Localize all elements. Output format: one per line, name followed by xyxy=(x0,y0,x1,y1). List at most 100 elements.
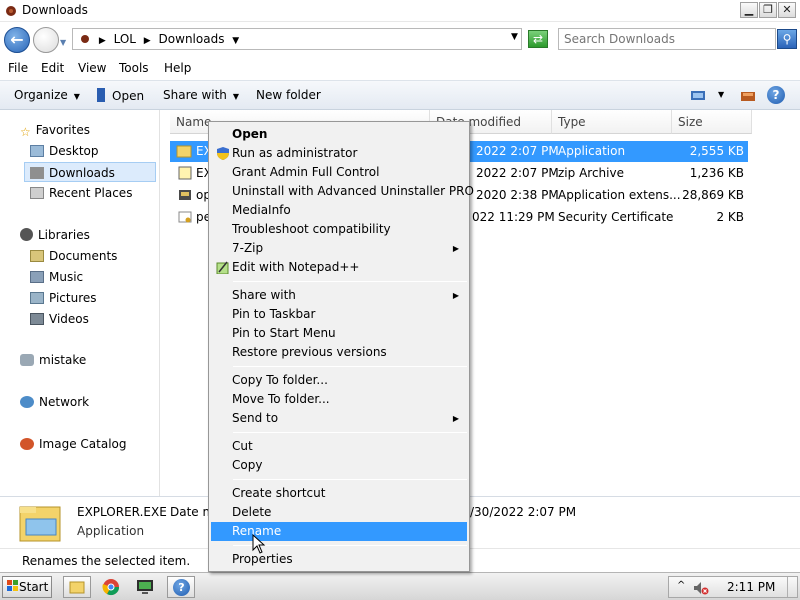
menu-item-move-to-folder[interactable]: Move To folder... xyxy=(211,390,467,409)
nav-documents[interactable]: Documents xyxy=(30,246,117,266)
menu-file[interactable]: File xyxy=(8,61,28,75)
nav-music[interactable]: Music xyxy=(30,267,83,287)
status-text: Renames the selected item. xyxy=(22,554,191,568)
chevron-up-icon[interactable]: ^ xyxy=(677,580,685,591)
menu-help[interactable]: Help xyxy=(164,61,191,75)
start-button[interactable]: Start xyxy=(2,576,52,598)
nav-libraries[interactable]: Libraries xyxy=(20,225,90,245)
start-label: Start xyxy=(19,580,49,594)
taskbar-chrome[interactable] xyxy=(97,576,125,598)
nav-music-label: Music xyxy=(49,270,84,284)
menu-item-copy-to-folder[interactable]: Copy To folder... xyxy=(211,371,467,390)
organize-button[interactable]: Organize ▼ xyxy=(14,88,80,102)
menu-item-properties[interactable]: Properties xyxy=(211,550,467,569)
menu-view[interactable]: View xyxy=(78,61,106,75)
menu-separator xyxy=(233,281,467,282)
menu-item-mediainfo[interactable]: MediaInfo xyxy=(211,201,467,220)
refresh-button[interactable]: ⇄ xyxy=(528,30,548,48)
maximize-button[interactable]: ❐ xyxy=(759,2,777,18)
minimize-button[interactable]: ▁ xyxy=(740,2,758,18)
menu-item-troubleshoot-compatibility[interactable]: Troubleshoot compatibility xyxy=(211,220,467,239)
nav-mistake[interactable]: mistake xyxy=(20,350,86,370)
breadcrumb-lol[interactable]: LOL xyxy=(114,32,136,46)
taskbar-help[interactable]: ? xyxy=(167,576,195,598)
open-button[interactable]: Open xyxy=(96,88,144,103)
menu-item-share-with[interactable]: Share with ▶ xyxy=(211,286,467,305)
close-button[interactable]: ✕ xyxy=(778,2,796,18)
nav-favorites[interactable]: ☆ Favorites xyxy=(20,120,90,140)
folder-app-icon xyxy=(176,145,192,158)
menu-item-grant-admin-full-control[interactable]: Grant Admin Full Control xyxy=(211,163,467,182)
new-folder-button[interactable]: New folder xyxy=(256,88,321,102)
help-icon[interactable]: ? xyxy=(767,86,785,104)
image-catalog-icon xyxy=(20,438,34,450)
view-icon[interactable] xyxy=(690,90,706,102)
menu-item-pin-to-taskbar[interactable]: Pin to Taskbar xyxy=(211,305,467,324)
submenu-arrow-icon: ▶ xyxy=(452,414,459,423)
folder-icon xyxy=(69,581,85,594)
chevron-right-icon: ▶ xyxy=(98,36,106,46)
videos-icon xyxy=(30,313,44,325)
title-bar: Downloads ▁ ❐ ✕ xyxy=(0,0,800,22)
address-dropdown-icon[interactable]: ▼ xyxy=(511,32,518,42)
nav-desktop[interactable]: Desktop xyxy=(30,141,99,161)
chevron-down-icon: ▼ xyxy=(232,92,240,101)
search-input[interactable] xyxy=(562,30,762,48)
column-header-type[interactable]: Type xyxy=(552,110,672,134)
history-dropdown-icon[interactable]: ▼ xyxy=(60,38,66,47)
file-size: 1,236 KB xyxy=(689,166,744,180)
details-type: Application xyxy=(77,524,145,538)
details-filename: EXPLORER.EXE xyxy=(77,505,167,519)
taskbar-explorer[interactable] xyxy=(63,576,91,598)
nav-videos[interactable]: Videos xyxy=(30,309,89,329)
organize-label: Organize xyxy=(14,88,68,102)
column-size-label: Size xyxy=(678,115,703,129)
preview-pane-icon[interactable] xyxy=(740,90,756,102)
window-title: Downloads xyxy=(22,3,88,17)
file-type: Security Certificate xyxy=(558,210,674,224)
nav-recent-places[interactable]: Recent Places xyxy=(30,183,132,203)
menu-item-rename[interactable]: Rename xyxy=(211,522,467,541)
share-with-button[interactable]: Share with ▼ xyxy=(163,88,239,102)
menu-item-send-to[interactable]: Send to ▶ xyxy=(211,409,467,428)
nav-downloads[interactable]: Downloads xyxy=(24,162,156,182)
nav-image-catalog[interactable]: Image Catalog xyxy=(20,434,126,454)
column-type-label: Type xyxy=(558,115,586,129)
breadcrumb-downloads[interactable]: Downloads xyxy=(159,32,225,46)
clock[interactable]: 2:11 PM xyxy=(727,580,775,594)
search-box[interactable] xyxy=(558,28,776,50)
menu-tools[interactable]: Tools xyxy=(119,61,149,75)
menu-item-pin-to-start-menu[interactable]: Pin to Start Menu xyxy=(211,324,467,343)
menu-edit[interactable]: Edit xyxy=(41,61,64,75)
address-row: ← ▼ ▶ LOL ▶ Downloads ▼ ▼ ⇄ ⚲ xyxy=(0,22,800,58)
run-as-admin-label: Run as administrator xyxy=(232,146,358,160)
show-desktop-button[interactable] xyxy=(787,577,797,597)
search-icon[interactable]: ⚲ xyxy=(777,29,797,49)
column-header-size[interactable]: Size xyxy=(672,110,752,134)
menu-item-cut[interactable]: Cut xyxy=(211,437,467,456)
back-button[interactable]: ← xyxy=(4,27,30,53)
nav-network[interactable]: Network xyxy=(20,392,89,412)
menu-item-restore-previous-versions[interactable]: Restore previous versions xyxy=(211,343,467,362)
nav-desktop-label: Desktop xyxy=(49,144,99,158)
chevron-down-icon[interactable]: ▼ xyxy=(718,90,724,99)
nav-image-catalog-label: Image Catalog xyxy=(39,437,127,451)
forward-button[interactable] xyxy=(33,27,59,53)
menu-item-delete[interactable]: Delete xyxy=(211,503,467,522)
menu-item-edit-with-notepadpp[interactable]: Edit with Notepad++ xyxy=(211,258,467,277)
menu-item-create-shortcut[interactable]: Create shortcut xyxy=(211,484,467,503)
address-bar[interactable]: ▶ LOL ▶ Downloads ▼ ▼ xyxy=(72,28,522,50)
send-to-label: Send to xyxy=(232,411,279,425)
file-type: Application extens... xyxy=(558,188,681,202)
taskbar-app[interactable] xyxy=(131,576,159,598)
menu-item-open[interactable]: Open xyxy=(211,125,467,144)
chevron-down-icon[interactable]: ▼ xyxy=(232,36,239,46)
menu-separator xyxy=(233,432,467,433)
menu-item-7zip[interactable]: 7-Zip ▶ xyxy=(211,239,467,258)
menu-item-copy[interactable]: Copy xyxy=(211,456,467,475)
open-label: Open xyxy=(112,89,145,103)
nav-pictures[interactable]: Pictures xyxy=(30,288,97,308)
menu-item-uninstall[interactable]: Uninstall with Advanced Uninstaller PRO xyxy=(211,182,474,201)
volume-muted-icon[interactable] xyxy=(693,581,709,595)
menu-item-run-as-administrator[interactable]: Run as administrator xyxy=(211,144,467,163)
